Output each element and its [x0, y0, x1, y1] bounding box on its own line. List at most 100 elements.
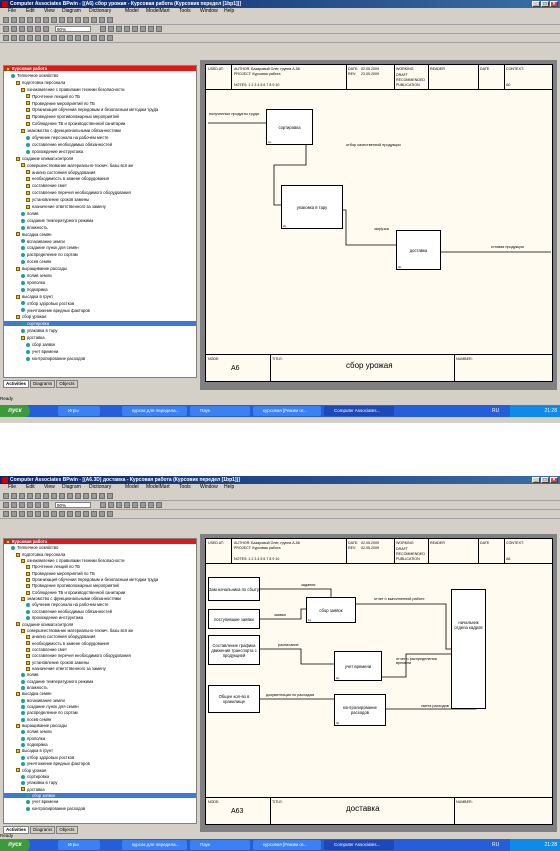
tree-item[interactable]: ознакомление с правилами техники безопас… [4, 558, 124, 563]
tree-item[interactable]: Соблюдение ТБ и производственной санитар… [4, 121, 125, 126]
toolbar-button[interactable] [11, 502, 17, 508]
menu-dictionary[interactable]: Dictionary [89, 484, 111, 491]
toolbar-button[interactable] [51, 511, 57, 517]
toolbar-button[interactable] [67, 493, 73, 499]
toolbar-button[interactable] [91, 17, 97, 23]
tree-item[interactable]: составление перечня необходимого оборудо… [4, 653, 131, 658]
tree-item[interactable]: упаковка в тару [4, 328, 58, 333]
tree-item[interactable]: полив [4, 672, 39, 677]
zoom-select-2[interactable]: 90% [55, 502, 91, 508]
tree-item[interactable]: создание температурного режима [4, 218, 93, 223]
tree-item[interactable]: создание температурного режима [4, 679, 93, 684]
toolbar-button[interactable] [67, 35, 73, 41]
tree-item[interactable]: вспахивание земли [4, 698, 65, 703]
toolbar-button[interactable] [116, 26, 122, 32]
toolbar-button[interactable] [11, 511, 17, 517]
tree-item[interactable]: создание климат.контроля [4, 622, 73, 627]
toolbar-button[interactable] [91, 35, 97, 41]
menu-modelmart[interactable]: ModelMart [146, 484, 170, 491]
zoom-select[interactable]: 90% [55, 26, 91, 32]
menu-tools[interactable]: Tools [179, 484, 191, 491]
keyboard-layout[interactable]: RU [492, 405, 499, 417]
diagram-canvas[interactable]: USED AT: AUTHOR: Базаровый Олег, группа … [200, 60, 557, 390]
toolbar-button[interactable] [83, 35, 89, 41]
toolbar-button[interactable] [11, 17, 17, 23]
tree-item[interactable]: установление сроков замены [4, 660, 89, 665]
tree-item[interactable]: посев семян [4, 259, 51, 264]
output-box[interactable]: начальник отдела кадров [451, 589, 486, 709]
toolbar-button[interactable] [107, 493, 113, 499]
toolbar-button[interactable] [132, 502, 138, 508]
minimize-button-2[interactable]: _ [532, 477, 540, 483]
toolbar-button[interactable] [27, 493, 33, 499]
toolbar-button[interactable] [3, 511, 9, 517]
menu-file[interactable]: File [8, 8, 16, 15]
menu-view[interactable]: View [44, 8, 55, 15]
tree-item[interactable]: Прочтение лекций по ТБ [4, 94, 80, 99]
toolbar-button[interactable] [75, 493, 81, 499]
menu-diagram[interactable]: Diagram [62, 484, 81, 491]
tree-item[interactable]: установление сроков замены [4, 197, 89, 202]
tab-objects[interactable]: Objects [56, 380, 78, 388]
tree-item[interactable]: влажность [4, 685, 48, 690]
tree-item[interactable]: Тепличное хозяйство [4, 545, 58, 550]
tree-item[interactable]: совершенствование материально-технич. ба… [4, 628, 133, 633]
tree-item[interactable]: сортировка [4, 321, 196, 327]
tree-item[interactable]: высадка в грунт [4, 748, 53, 753]
toolbar-button[interactable] [43, 26, 49, 32]
taskbar-item-b5[interactable]: Computer Associates... [324, 840, 394, 850]
tree-item[interactable]: Прочтение лекций по ТБ [4, 564, 80, 569]
menu-dictionary[interactable]: Dictionary [89, 8, 111, 15]
tree-item[interactable]: создание климат.контроля [4, 156, 73, 161]
tree-item[interactable]: назначение ответственного за замену [4, 204, 106, 209]
tree-item[interactable]: выращивание рассады [4, 266, 67, 271]
tree-item[interactable]: прополка [4, 280, 45, 285]
toolbar-button[interactable] [3, 35, 9, 41]
menu-model[interactable]: Model [125, 484, 139, 491]
menu-window[interactable]: Window [200, 8, 218, 15]
toolbar-button[interactable] [59, 493, 65, 499]
toolbar-button[interactable] [107, 35, 113, 41]
tree-item[interactable]: доставка [4, 335, 45, 340]
toolbar-button[interactable] [148, 26, 154, 32]
tree-item[interactable]: составление необходимых обязанностей [4, 142, 112, 147]
tree-item[interactable]: сбор заявок [4, 792, 196, 798]
toolbar-button[interactable] [99, 511, 105, 517]
tree-item[interactable]: Организация обучения передовым и безопас… [4, 107, 158, 112]
tree-item[interactable]: учет времени [4, 349, 58, 354]
activity-box-b1[interactable]: сбор заявок 1р [306, 597, 356, 623]
toolbar-button[interactable] [3, 502, 9, 508]
toolbar-button[interactable] [99, 493, 105, 499]
toolbar-button[interactable] [51, 493, 57, 499]
start-button[interactable]: пуск [0, 405, 30, 417]
menu-diagram[interactable]: Diagram [62, 8, 81, 15]
toolbar-button[interactable] [100, 26, 106, 32]
tree-item[interactable]: Проведение противопожарных мероприятий [4, 114, 119, 119]
toolbar-button[interactable] [99, 17, 105, 23]
tree-item[interactable]: составление перечня необходимого оборудо… [4, 190, 131, 195]
toolbar-button[interactable] [108, 26, 114, 32]
tree-item[interactable]: Курсовая работа [4, 539, 196, 544]
toolbar-button[interactable] [132, 26, 138, 32]
taskbar-item-b4[interactable]: курсовая [Режим ог... [253, 840, 321, 850]
tree-item[interactable]: обучение персонала на рабочем месте [4, 602, 109, 607]
tree-item[interactable]: Курсовая работа [4, 66, 196, 71]
tree-item[interactable]: распределение по сортам [4, 710, 78, 715]
toolbar-button[interactable] [140, 502, 146, 508]
tree-item[interactable]: создание лунок для семян [4, 704, 79, 709]
tree-item[interactable]: контролирование расходов [4, 806, 85, 811]
toolbar-button[interactable] [27, 17, 33, 23]
menu-help[interactable]: Help [224, 484, 234, 491]
diagram-canvas-2[interactable]: USED AT: AUTHOR: Базаровый Олег, группа … [200, 534, 557, 832]
close-button[interactable]: × [550, 1, 558, 7]
toolbar-button[interactable] [11, 26, 17, 32]
tree-item[interactable]: выращивание рассады [4, 723, 67, 728]
tree-item[interactable]: составление необходимых обязанностей [4, 609, 112, 614]
tree-item[interactable]: уничтожение вредных факторов [4, 308, 90, 313]
toolbar-button[interactable] [148, 502, 154, 508]
menu-tools[interactable]: Tools [179, 8, 191, 15]
toolbar-button[interactable] [19, 35, 25, 41]
toolbar-button[interactable] [19, 17, 25, 23]
tree-item[interactable]: ознакомление с правилами техники безопас… [4, 87, 124, 92]
tab-activities[interactable]: Activities [3, 380, 30, 388]
